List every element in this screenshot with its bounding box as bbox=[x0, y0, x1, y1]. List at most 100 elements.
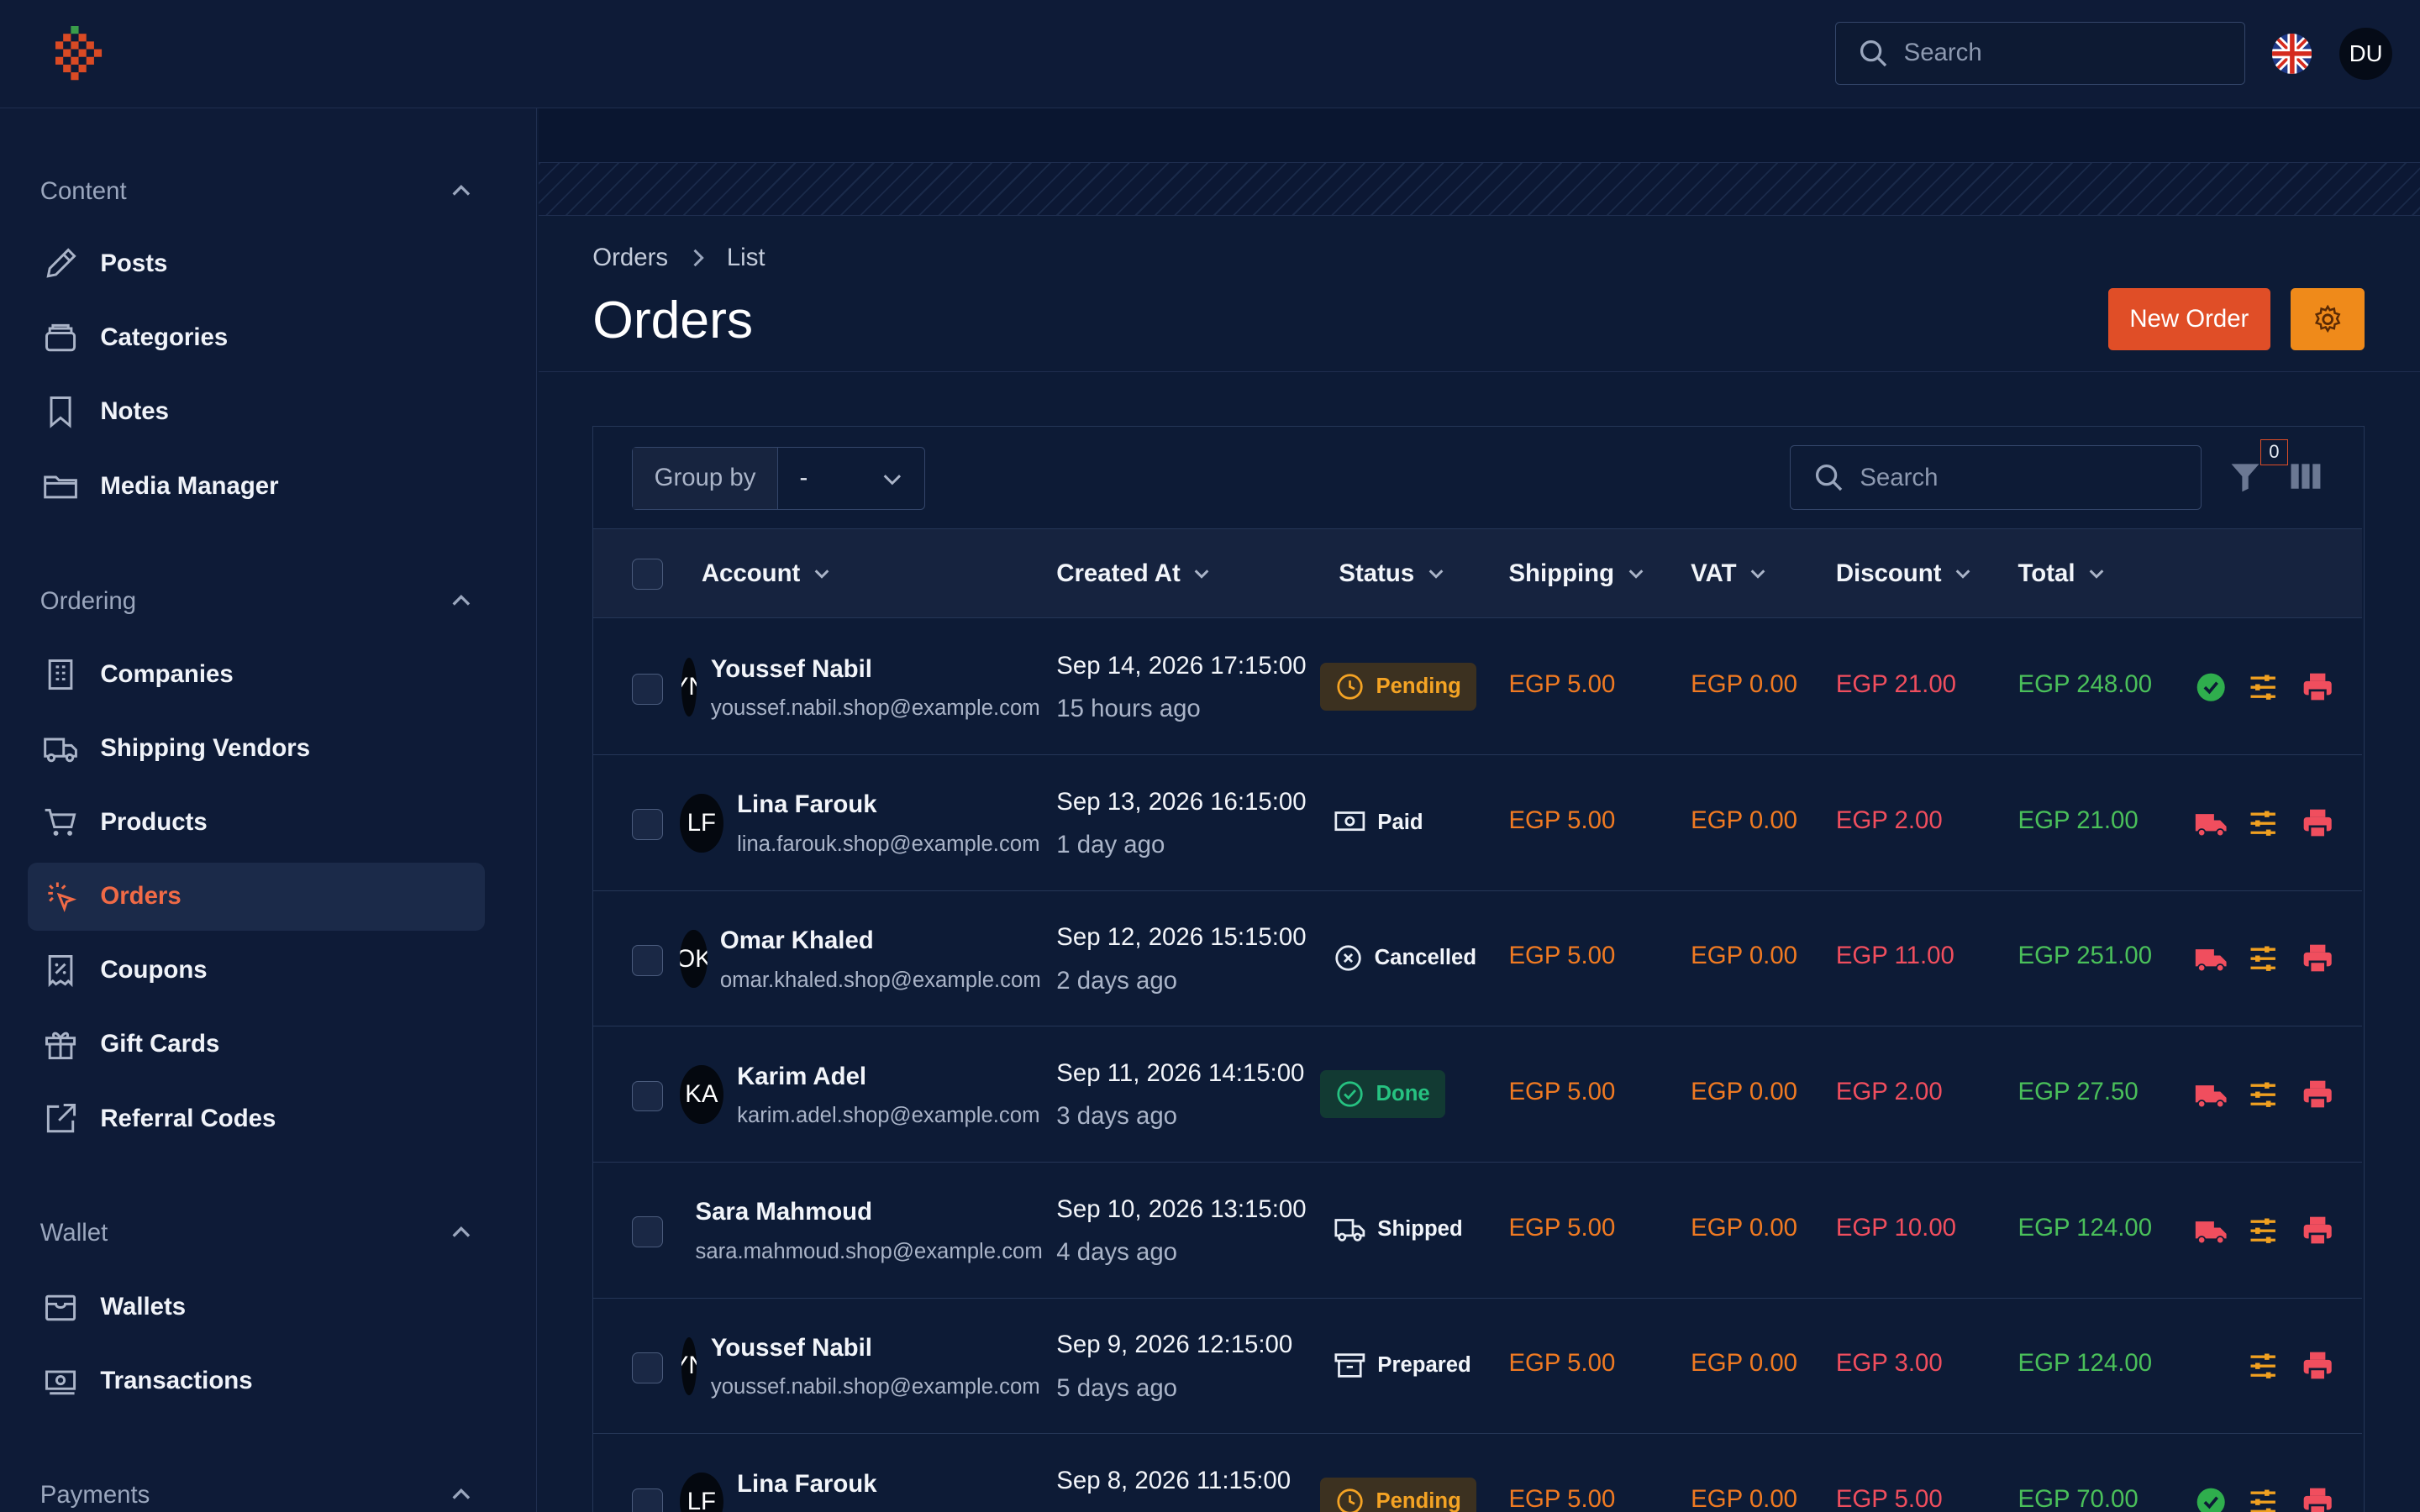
sidebar-group-payments[interactable]: Payments bbox=[40, 1472, 472, 1512]
row-checkbox[interactable] bbox=[632, 1080, 663, 1112]
account-name[interactable]: Omar Khaled bbox=[720, 927, 874, 955]
sidebar-item-notes[interactable]: Notes bbox=[28, 378, 485, 446]
column-header-shipping[interactable]: Shipping bbox=[1508, 529, 1644, 619]
table-search[interactable] bbox=[1789, 444, 2202, 511]
account-name[interactable]: Lina Farouk bbox=[737, 1470, 876, 1499]
sidebar-item-shipping-vendors[interactable]: Shipping Vendors bbox=[28, 714, 485, 782]
sidebar-item-posts[interactable]: Posts bbox=[28, 230, 485, 298]
sidebar-item-transactions[interactable]: Transactions bbox=[28, 1347, 485, 1415]
table-search-input[interactable] bbox=[1860, 463, 2169, 492]
select-all-checkbox[interactable] bbox=[632, 559, 663, 590]
table-row[interactable]: OK Omar Khaled omar.khaled.shop@example.… bbox=[593, 891, 2363, 1027]
filter-icon[interactable] bbox=[2227, 458, 2264, 495]
columns-icon[interactable] bbox=[2286, 458, 2323, 495]
account-name[interactable]: Youssef Nabil bbox=[711, 1334, 872, 1362]
discount-value: EGP 2.00 bbox=[1835, 1078, 1943, 1105]
table-row[interactable]: YN Youssef Nabil youssef.nabil.shop@exam… bbox=[593, 620, 2363, 756]
check-circle-icon[interactable] bbox=[2194, 1485, 2228, 1512]
column-header-discount[interactable]: Discount bbox=[1836, 529, 1972, 619]
sidebar-item-products[interactable]: Products bbox=[28, 789, 485, 857]
sidebar-item-orders[interactable]: Orders bbox=[28, 862, 485, 931]
adjustments-icon[interactable] bbox=[2246, 806, 2280, 840]
column-header-status[interactable]: Status bbox=[1339, 529, 1445, 619]
printer-icon[interactable] bbox=[2301, 1485, 2334, 1512]
adjustments-icon[interactable] bbox=[2246, 1485, 2280, 1512]
new-order-button[interactable]: New Order bbox=[2107, 288, 2270, 350]
chevron-down-icon bbox=[1628, 570, 1644, 580]
sidebar-item-label: Notes bbox=[100, 397, 169, 426]
table-row[interactable]: Sara Mahmoud sara.mahmoud.shop@example.c… bbox=[593, 1163, 2363, 1299]
banknote-icon bbox=[1334, 811, 1365, 832]
vat-value: EGP 0.00 bbox=[1691, 1484, 1798, 1512]
account-name[interactable]: Lina Farouk bbox=[737, 790, 876, 819]
settings-button[interactable] bbox=[2290, 288, 2365, 350]
table-row[interactable]: LF Lina Farouk lina.farouk.shop@example.… bbox=[593, 755, 2363, 891]
status-label: Pending bbox=[1376, 674, 1461, 698]
discount-value: EGP 21.00 bbox=[1835, 670, 1956, 699]
adjustments-icon[interactable] bbox=[2246, 670, 2280, 704]
account-email: youssef.nabil.shop@example.com bbox=[710, 696, 1040, 721]
app-logo[interactable] bbox=[55, 26, 105, 81]
column-header-account[interactable]: Account bbox=[702, 529, 831, 619]
row-checkbox[interactable] bbox=[632, 1216, 663, 1248]
truck-icon[interactable] bbox=[2194, 1214, 2228, 1247]
sidebar-item-media-manager[interactable]: Media Manager bbox=[28, 452, 485, 520]
account-name[interactable]: Karim Adel bbox=[737, 1063, 866, 1091]
status-badge: Done bbox=[1320, 1069, 1446, 1118]
breadcrumb-orders[interactable]: Orders bbox=[592, 244, 668, 272]
column-label: Shipping bbox=[1508, 559, 1615, 588]
sidebar-group-content[interactable]: Content bbox=[40, 168, 472, 214]
group-by-dropdown[interactable]: - bbox=[778, 448, 924, 509]
sidebar-item-companies[interactable]: Companies bbox=[28, 640, 485, 708]
truck-icon[interactable] bbox=[2194, 806, 2228, 840]
breadcrumb-list: List bbox=[726, 244, 765, 272]
group-by-select[interactable]: Group by - bbox=[632, 446, 926, 511]
avatar: YN bbox=[681, 1336, 697, 1396]
sidebar-group-ordering[interactable]: Ordering bbox=[40, 579, 472, 625]
sidebar-group-label: Content bbox=[39, 176, 127, 205]
check-circle-icon[interactable] bbox=[2194, 670, 2228, 704]
global-search-input[interactable] bbox=[1903, 39, 2212, 68]
table-row[interactable]: LF Lina Farouk Sep 8, 2026 11:15:00 Pend… bbox=[593, 1434, 2362, 1512]
account-name[interactable]: Youssef Nabil bbox=[711, 655, 872, 684]
printer-icon[interactable] bbox=[2301, 806, 2334, 840]
language-flag-icon[interactable] bbox=[2271, 34, 2312, 75]
sidebar-item-coupons[interactable]: Coupons bbox=[28, 937, 485, 1005]
sidebar-item-label: Products bbox=[100, 807, 208, 836]
column-header-total[interactable]: Total bbox=[2018, 529, 2107, 619]
adjustments-icon[interactable] bbox=[2246, 1349, 2280, 1383]
building-icon bbox=[48, 659, 72, 690]
global-search[interactable] bbox=[1834, 21, 2246, 85]
truck-icon[interactable] bbox=[2194, 942, 2228, 975]
column-header-vat[interactable]: VAT bbox=[1691, 529, 1767, 619]
user-avatar[interactable]: DU bbox=[2339, 28, 2392, 81]
sidebar-item-wallets[interactable]: Wallets bbox=[28, 1273, 485, 1341]
column-header-created-at[interactable]: Created At bbox=[1056, 529, 1211, 619]
printer-icon[interactable] bbox=[2301, 1214, 2334, 1247]
row-checkbox[interactable] bbox=[632, 809, 663, 841]
adjustments-icon[interactable] bbox=[2246, 1078, 2280, 1111]
sidebar-item-referral-codes[interactable]: Referral Codes bbox=[28, 1084, 485, 1152]
chevron-up-icon bbox=[452, 1226, 471, 1237]
row-checkbox[interactable] bbox=[632, 1352, 663, 1383]
adjustments-icon[interactable] bbox=[2246, 942, 2280, 975]
row-checkbox[interactable] bbox=[632, 673, 663, 705]
truck-icon[interactable] bbox=[2194, 1078, 2228, 1111]
printer-icon[interactable] bbox=[2301, 670, 2334, 704]
sidebar-item-gift-cards[interactable]: Gift Cards bbox=[28, 1011, 485, 1079]
table-row[interactable]: YN Youssef Nabil youssef.nabil.shop@exam… bbox=[593, 1299, 2363, 1435]
table-row[interactable]: KA Karim Adel karim.adel.shop@example.co… bbox=[593, 1026, 2363, 1163]
adjustments-icon[interactable] bbox=[2246, 1214, 2280, 1247]
vat-value: EGP 0.00 bbox=[1691, 1349, 1798, 1378]
sidebar-group-wallet[interactable]: Wallet bbox=[40, 1210, 472, 1256]
sidebar: Content Posts Categories Notes Media Man… bbox=[0, 108, 538, 1512]
account-name[interactable]: Sara Mahmoud bbox=[696, 1198, 873, 1226]
row-checkbox[interactable] bbox=[632, 945, 663, 976]
printer-icon[interactable] bbox=[2301, 942, 2334, 975]
printer-icon[interactable] bbox=[2301, 1078, 2334, 1111]
sidebar-item-categories[interactable]: Categories bbox=[28, 304, 485, 372]
discount-value: EGP 2.00 bbox=[1835, 806, 1943, 834]
avatar: LF bbox=[680, 1473, 723, 1512]
printer-icon[interactable] bbox=[2301, 1349, 2334, 1383]
row-checkbox[interactable] bbox=[632, 1488, 663, 1512]
